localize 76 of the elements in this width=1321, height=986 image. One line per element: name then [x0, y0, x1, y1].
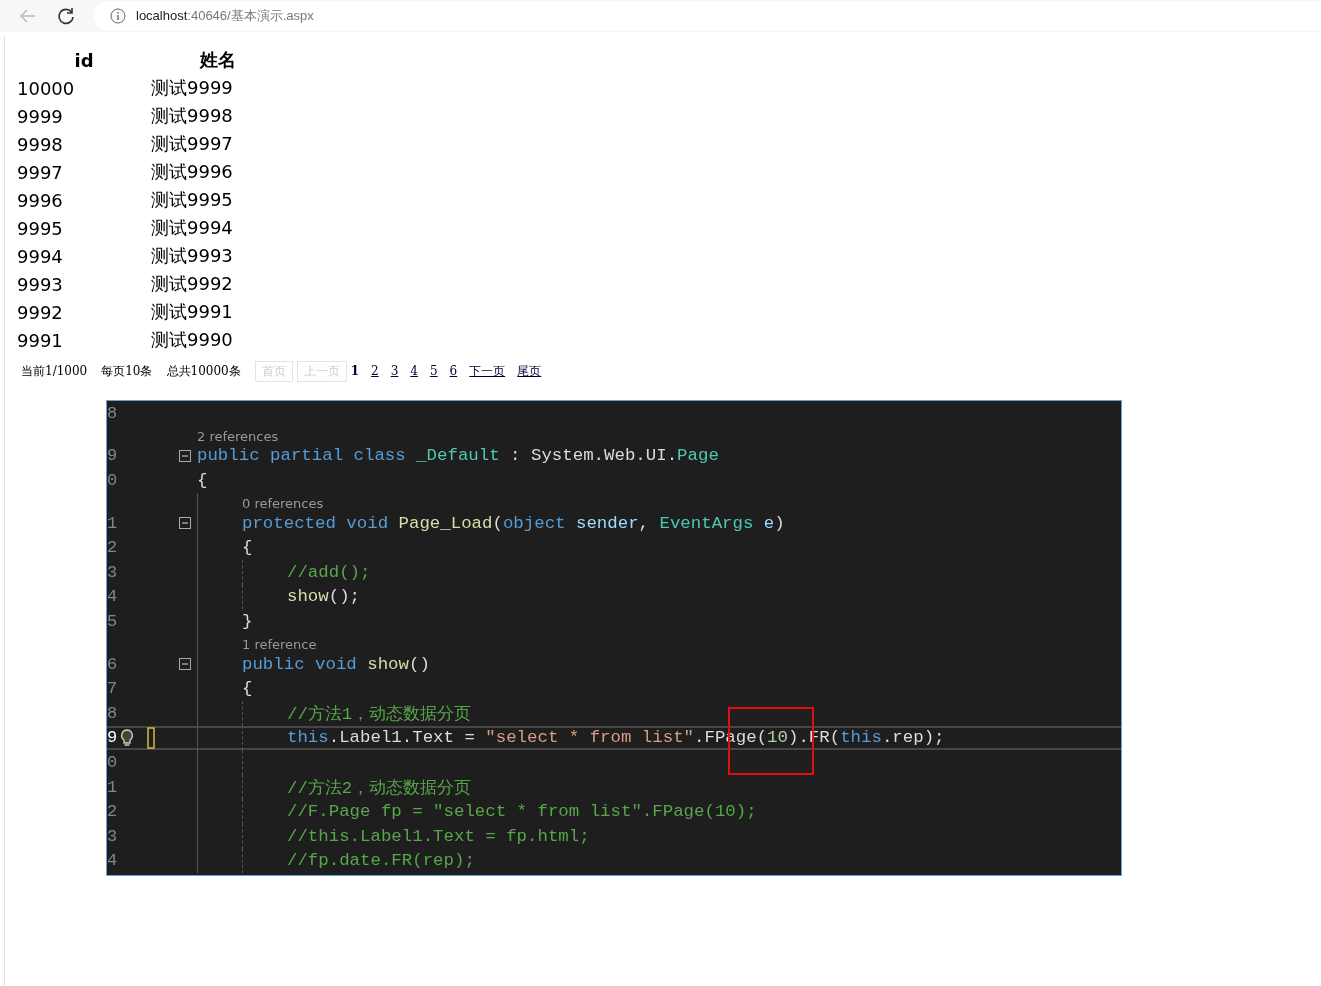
column-header: id	[73, 48, 95, 73]
line-number: 0	[107, 752, 118, 772]
line-number: 9	[107, 728, 118, 748]
table-cell: 9999	[17, 102, 151, 130]
references-label[interactable]: 2 references	[197, 428, 279, 444]
pager-link[interactable]: 尾页	[517, 362, 542, 380]
line-number: 0	[107, 471, 118, 490]
url-text: localhost:40646/基本演示.aspx	[136, 7, 314, 25]
table-cell: 9998	[17, 130, 151, 158]
code-line: public void show()	[242, 654, 430, 674]
line-number: 2	[107, 538, 118, 558]
table-cell: 9994	[17, 242, 151, 270]
pager-link[interactable]: 6	[449, 364, 458, 378]
line-number: 2	[107, 802, 118, 822]
pager-info: 当前1/1000	[21, 362, 88, 380]
reload-icon[interactable]	[56, 6, 76, 26]
table-cell: 9991	[17, 326, 151, 354]
table-cell: 9995	[17, 214, 151, 242]
table-cell-text: 测试9998	[151, 104, 234, 128]
code-line: //fp.date.FR(rep);	[287, 851, 475, 871]
info-icon[interactable]	[110, 8, 126, 24]
line-number: 1	[107, 777, 118, 797]
table-cell-text: 测试9995	[151, 188, 234, 212]
pager-link[interactable]: 5	[429, 364, 438, 378]
table-cell: 9996	[17, 186, 151, 214]
code-line: //方法1，动态数据分页	[287, 704, 472, 726]
references-label[interactable]: 1 reference	[242, 636, 317, 652]
code-line: show();	[287, 587, 361, 607]
code-line: //F.Page fp = "select * from list".FPage(10);	[287, 802, 757, 822]
line-number: 6	[107, 654, 118, 674]
line-number: 9	[107, 446, 118, 466]
line-number: 8	[107, 703, 118, 723]
collapse-icon[interactable]	[179, 658, 191, 671]
table-cell: 10000	[17, 74, 151, 102]
code-line: {	[242, 679, 253, 699]
line-number: 8	[107, 403, 118, 423]
line-number: 3	[107, 562, 118, 582]
table-cell-text: 测试9994	[151, 216, 234, 240]
table-cell-text: 测试9990	[151, 328, 234, 352]
table-cell-text: 测试9997	[151, 132, 234, 156]
table-cell: 9993	[17, 270, 151, 298]
table-cell-text: 测试9991	[151, 300, 234, 324]
line-number: 4	[107, 587, 118, 607]
code-line: protected void Page_Load(object sender, EventArgs e)	[242, 513, 785, 533]
address-field[interactable]: localhost:40646/基本演示.aspx	[94, 1, 1321, 31]
pager-link[interactable]: 3	[390, 364, 399, 378]
line-number: 1	[107, 513, 118, 533]
code-line: //方法2，动态数据分页	[287, 778, 472, 799]
pager-link[interactable]: 1	[350, 364, 360, 378]
collapse-icon[interactable]	[179, 517, 191, 530]
line-number: 5	[107, 611, 118, 631]
line-number: 4	[107, 851, 118, 871]
table-cell-text: 测试9993	[151, 244, 234, 268]
change-marker-icon	[147, 726, 155, 749]
pager-link[interactable]: 2	[371, 364, 379, 378]
line-number: 3	[107, 826, 118, 846]
table-cell-text: 测试9999	[151, 76, 234, 100]
line-number: 7	[107, 679, 118, 699]
table-cell-text: 测试9996	[151, 160, 234, 184]
lightbulb-icon[interactable]	[119, 727, 136, 748]
pager-link[interactable]: 4	[410, 364, 418, 378]
code-line: {	[242, 538, 253, 558]
pager-link[interactable]: 下一页	[469, 362, 506, 380]
pager-info: 总共10000条	[166, 362, 241, 380]
table-cell-text: 测试9992	[151, 272, 234, 296]
table-cell: 9997	[17, 158, 151, 186]
code-line: {	[197, 471, 208, 490]
collapse-icon[interactable]	[179, 449, 191, 462]
references-label[interactable]: 0 references	[242, 495, 324, 511]
code-line: //this.Label1.Text = fp.html;	[287, 826, 590, 846]
code-line: public partial class _Default : System.Web.UI.Page	[197, 446, 719, 466]
table-cell: 9992	[17, 298, 151, 326]
pager-info: 每页10条	[101, 362, 153, 380]
code-line: }	[242, 611, 253, 631]
code-line: //add();	[287, 562, 371, 582]
column-header: 姓名	[198, 48, 237, 72]
